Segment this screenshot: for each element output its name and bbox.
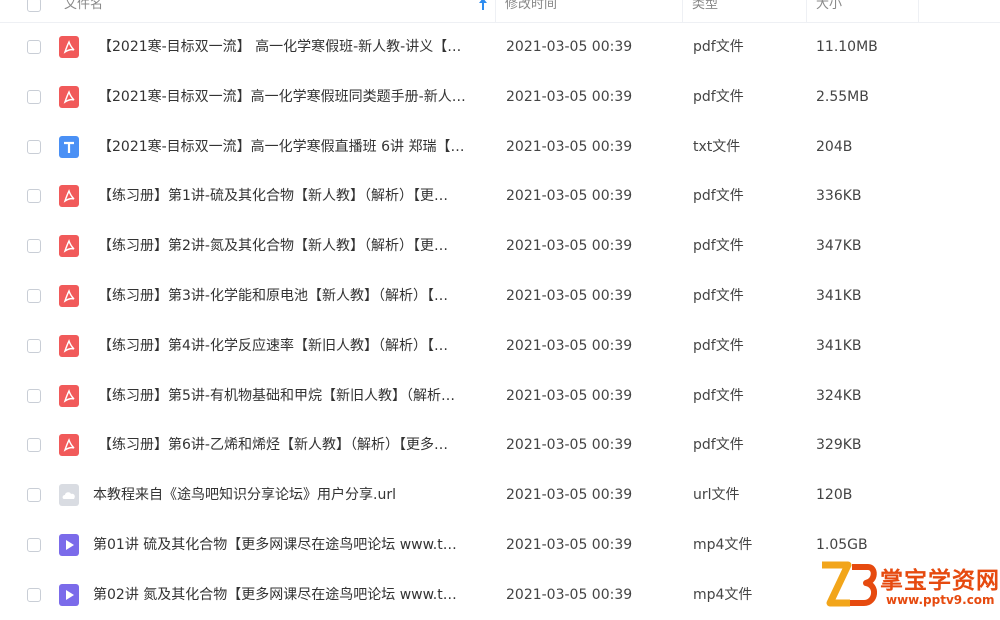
file-type: pdf文件 [693,238,744,255]
pdf-icon [59,334,79,357]
video-icon [59,583,79,606]
file-row[interactable]: 【练习册】第1讲-硫及其化合物【新人教】（解析）【更… 2021-03-05 0… [0,171,1000,221]
file-size: 329KB [816,437,862,454]
row-checkbox[interactable] [27,587,41,602]
file-name[interactable]: 【练习册】第1讲-硫及其化合物【新人教】（解析）【更… [98,171,484,221]
pdf-icon [59,85,79,108]
file-size: 324KB [816,387,862,404]
file-name[interactable]: 第01讲 硫及其化合物【更多网课尽在途鸟吧论坛 www.t… [93,520,479,570]
file-row[interactable]: 【练习册】第3讲-化学能和原电池【新人教】（解析）【… 2021-03-05 0… [0,271,1000,321]
file-size: 347KB [816,238,862,255]
file-row[interactable]: 【练习册】第6讲-乙烯和烯烃【新人教】（解析）【更多… 2021-03-05 0… [0,420,1000,470]
pdf-icon [59,284,79,307]
video-icon [59,533,79,556]
row-checkbox[interactable] [27,239,41,254]
txt-icon [59,135,79,158]
file-size: 341KB [816,337,862,354]
file-size: 336KB [816,188,862,205]
watermark-logo-icon [822,561,877,607]
file-name[interactable]: 【练习册】第4讲-化学反应速率【新旧人教】（解析）【… [98,321,484,371]
file-size: 11.10MB [816,39,878,55]
file-name[interactable]: 【2021寒-目标双一流】 高一化学寒假班-新人教-讲义【… [98,22,484,72]
file-name[interactable]: 【练习册】第3讲-化学能和原电池【新人教】（解析）【… [98,271,484,321]
file-name[interactable]: 【练习册】第6讲-乙烯和烯烃【新人教】（解析）【更多… [98,420,484,470]
file-mtime: 2021-03-05 00:39 [506,287,633,304]
file-name[interactable]: 第02讲 氮及其化合物【更多网课尽在途鸟吧论坛 www.t… [93,570,479,620]
select-all-checkbox[interactable] [27,0,41,12]
file-mtime: 2021-03-05 00:39 [506,586,633,603]
file-row[interactable]: 【练习册】第2讲-氮及其化合物【新人教】（解析）【更… 2021-03-05 0… [0,221,1000,271]
column-divider[interactable] [918,0,919,22]
file-row[interactable]: 【练习册】第5讲-有机物基础和甲烷【新旧人教】（解析… 2021-03-05 0… [0,371,1000,421]
file-type: pdf文件 [693,387,744,404]
column-divider[interactable] [806,0,807,22]
watermark-brand: 掌宝学资网 [880,568,1000,594]
file-mtime: 2021-03-05 00:39 [506,437,633,454]
row-checkbox[interactable] [27,139,41,154]
file-name[interactable]: 【2021寒-目标双一流】高一化学寒假班同类题手册-新人… [98,72,484,122]
file-size: 2.55MB [816,88,869,105]
file-size: 120B [816,487,853,504]
sort-arrow-icon[interactable] [478,0,488,11]
file-type: mp4文件 [693,536,753,553]
file-list-header: 文件名 修改时间 类型 大小 [0,0,1000,23]
file-mtime: 2021-03-05 00:39 [506,536,633,553]
file-type: pdf文件 [693,88,744,105]
file-name[interactable]: 【练习册】第2讲-氮及其化合物【新人教】（解析）【更… [98,221,484,271]
row-checkbox[interactable] [27,488,41,503]
file-mtime: 2021-03-05 00:39 [506,138,633,155]
row-checkbox[interactable] [27,537,41,552]
site-watermark: 掌宝学资网 www.pptv9.com [818,557,1000,614]
file-mtime: 2021-03-05 00:39 [506,387,633,404]
file-mtime: 2021-03-05 00:39 [506,39,633,55]
column-header-size[interactable]: 大小 [816,0,842,22]
file-size: 204B [816,138,853,155]
column-header-type[interactable]: 类型 [692,0,718,22]
file-type: pdf文件 [693,437,744,454]
file-name[interactable]: 本教程来自《途鸟吧知识分享论坛》用户分享.url [93,470,479,520]
watermark-url: www.pptv9.com [886,593,995,607]
pdf-icon [59,36,79,58]
file-type: mp4文件 [693,586,753,603]
column-header-mtime[interactable]: 修改时间 [505,0,557,22]
pdf-icon [59,185,79,208]
file-type: url文件 [693,487,740,504]
file-type: pdf文件 [693,287,744,304]
file-type: pdf文件 [693,39,744,55]
file-name[interactable]: 【练习册】第5讲-有机物基础和甲烷【新旧人教】（解析… [98,371,484,421]
pdf-icon [59,235,79,258]
row-checkbox[interactable] [27,388,41,403]
column-divider[interactable] [682,0,683,22]
row-checkbox[interactable] [27,288,41,303]
file-type: txt文件 [693,138,741,155]
file-row[interactable]: 【2021寒-目标双一流】高一化学寒假直播班 6讲 郑瑞【… 2021-03-0… [0,122,1000,172]
pdf-icon [59,434,79,457]
column-divider[interactable] [495,0,496,22]
row-checkbox[interactable] [27,438,41,453]
file-mtime: 2021-03-05 00:39 [506,188,633,205]
pdf-icon [59,384,79,407]
url-icon [59,484,79,507]
column-header-name[interactable]: 文件名 [64,0,494,22]
row-checkbox[interactable] [27,338,41,353]
file-row[interactable]: 【2021寒-目标双一流】 高一化学寒假班-新人教-讲义【… 2021-03-0… [0,22,1000,72]
file-list: 【2021寒-目标双一流】 高一化学寒假班-新人教-讲义【… 2021-03-0… [0,22,1000,620]
file-type: pdf文件 [693,337,744,354]
file-mtime: 2021-03-05 00:39 [506,337,633,354]
file-type: pdf文件 [693,188,744,205]
file-row[interactable]: 【2021寒-目标双一流】高一化学寒假班同类题手册-新人… 2021-03-05… [0,72,1000,122]
file-size: 341KB [816,287,862,304]
row-checkbox[interactable] [27,40,41,54]
file-row[interactable]: 本教程来自《途鸟吧知识分享论坛》用户分享.url 2021-03-05 00:3… [0,470,1000,520]
file-name[interactable]: 【2021寒-目标双一流】高一化学寒假直播班 6讲 郑瑞【… [98,122,484,172]
row-checkbox[interactable] [27,89,41,104]
file-mtime: 2021-03-05 00:39 [506,88,633,105]
file-mtime: 2021-03-05 00:39 [506,238,633,255]
file-row[interactable]: 【练习册】第4讲-化学反应速率【新旧人教】（解析）【… 2021-03-05 0… [0,321,1000,371]
file-mtime: 2021-03-05 00:39 [506,487,633,504]
row-checkbox[interactable] [27,189,41,204]
